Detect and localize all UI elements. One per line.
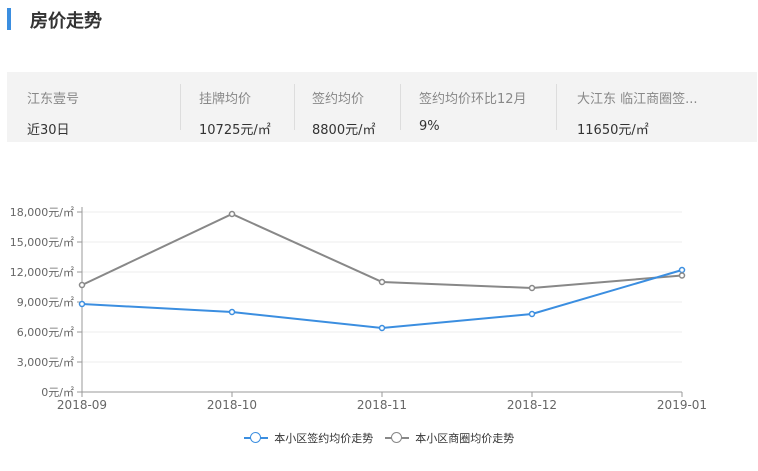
legend-marker-icon — [390, 432, 402, 443]
series-line-0 — [81, 269, 683, 330]
x-tick-label: 2018-09 — [57, 398, 107, 412]
summary-divider — [556, 84, 557, 130]
data-point-0 — [678, 266, 686, 274]
x-tick-label: 2018-11 — [357, 398, 407, 412]
data-point-1 — [228, 210, 236, 218]
data-point-0 — [228, 308, 236, 316]
legend-swatch-district — [384, 432, 409, 444]
y-tick-label: 12,000元/㎡ — [10, 266, 74, 279]
price-trend-chart: 0元/㎡ 3,000元/㎡ 6,000元/㎡ 9,000元/㎡ 12,000元/㎡ 15,… — [0, 195, 758, 467]
legend-item-community[interactable]: 本小区签约均价走势 — [243, 430, 374, 446]
summary-community-label: 江东壹号 — [27, 92, 80, 107]
summary-community-value: 近30日 — [27, 123, 70, 138]
page-title: 房价走势 — [30, 11, 102, 32]
y-tick-label: 3,000元/㎡ — [17, 356, 74, 369]
data-point-1 — [78, 281, 86, 289]
data-point-0 — [378, 324, 386, 332]
legend-item-district[interactable]: 本小区商圈均价走势 — [384, 430, 515, 446]
summary-mom-change-label: 签约均价环比12月 — [419, 92, 527, 107]
x-tick-label: 2018-12 — [507, 398, 557, 412]
legend-label-district: 本小区商圈均价走势 — [415, 432, 515, 445]
y-tick-label: 18,000元/㎡ — [10, 206, 74, 219]
y-tick-label: 15,000元/㎡ — [10, 236, 74, 249]
y-tick-label: 6,000元/㎡ — [17, 326, 74, 339]
y-tick-label: 9,000元/㎡ — [17, 296, 74, 309]
summary-listing-price-label: 挂牌均价 — [199, 92, 252, 107]
summary-listing-price-value: 10725元/㎡ — [199, 123, 271, 138]
legend-swatch-community — [243, 432, 268, 444]
data-point-0 — [528, 310, 536, 318]
summary-divider — [294, 84, 295, 130]
chart-legend: 本小区签约均价走势 本小区商圈均价走势 — [0, 430, 758, 454]
summary-mom-change-value: 9% — [419, 119, 440, 134]
summary-divider — [180, 84, 181, 130]
legend-label-community: 本小区签约均价走势 — [274, 432, 374, 445]
x-tick-label: 2019-01 — [657, 398, 707, 412]
summary-district-price-label: 大江东 临江商圈签... — [577, 92, 698, 107]
title-accent-bar — [7, 8, 11, 30]
data-point-0 — [78, 300, 86, 308]
summary-contract-price-label: 签约均价 — [312, 92, 365, 107]
x-tick-label: 2018-10 — [207, 398, 257, 412]
price-summary-panel: 江东壹号 近30日 挂牌均价 10725元/㎡ 签约均价 8800元/㎡ 签约均… — [7, 72, 757, 142]
summary-district-price-value: 11650元/㎡ — [577, 123, 649, 138]
price-trend-chart-svg: 0元/㎡3,000元/㎡6,000元/㎡9,000元/㎡12,000元/㎡15,… — [10, 206, 707, 412]
legend-marker-icon — [249, 432, 261, 443]
summary-divider — [400, 84, 401, 130]
data-point-1 — [678, 272, 686, 279]
page-header: 房价走势 — [0, 0, 758, 40]
series-line-1 — [81, 212, 683, 290]
summary-contract-price-value: 8800元/㎡ — [312, 123, 376, 138]
data-point-1 — [378, 278, 386, 286]
data-point-1 — [528, 284, 536, 292]
